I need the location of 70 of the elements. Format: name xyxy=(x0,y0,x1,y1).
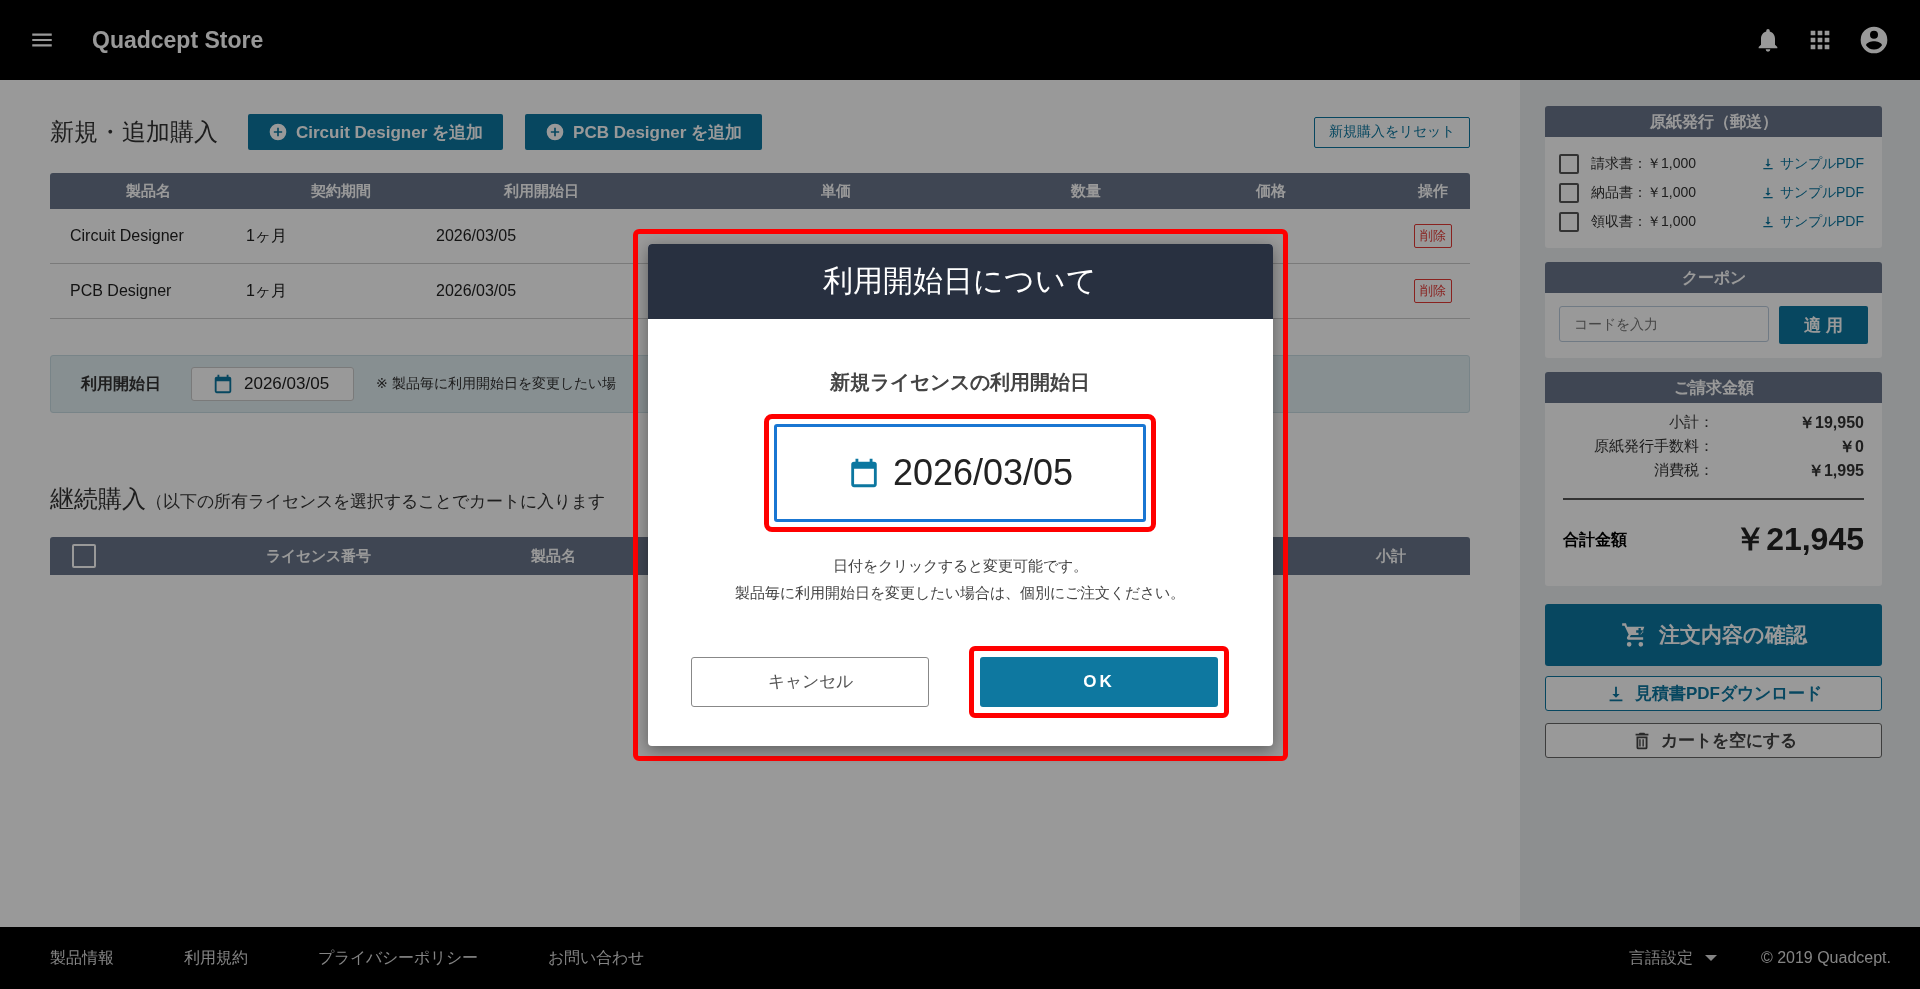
footer-link[interactable]: お問い合わせ xyxy=(548,947,644,969)
coupon-field[interactable]: コードを入力 xyxy=(1559,306,1769,342)
panel-title: クーポン xyxy=(1545,262,1882,293)
option-label: 領収書：￥1,000 xyxy=(1591,212,1697,231)
amount-label: 原紙発行手数料： xyxy=(1592,437,1714,456)
amount-value: ￥1,995 xyxy=(1806,461,1864,481)
footer-link[interactable]: 製品情報 xyxy=(50,947,114,969)
column-header: 数量 xyxy=(1070,181,1102,201)
checkbox[interactable] xyxy=(1559,182,1579,203)
section-note: （以下の所有ライセンスを選択することでカートに入ります xyxy=(146,491,605,513)
table-cell-text: 1ヶ月 xyxy=(246,280,288,301)
apply-button[interactable]: 適 用 xyxy=(1779,306,1868,344)
footer-link[interactable]: 利用規約 xyxy=(184,947,248,969)
column-header: 価格 xyxy=(1254,181,1287,201)
account-icon xyxy=(1858,24,1890,56)
cancel-button[interactable]: キャンセル xyxy=(691,656,929,707)
sample-pdf-link[interactable]: サンプルPDF xyxy=(1760,154,1864,173)
dialog-subtitle: 新規ライセンスの利用開始日 xyxy=(830,369,1090,395)
amount-label: 小計： xyxy=(1667,413,1714,432)
field-label: 利用開始日 xyxy=(81,373,161,394)
add-product-button[interactable]: PCB Designer を追加 xyxy=(525,114,763,150)
column-header: 小計 xyxy=(1376,546,1406,566)
column-header: ライセンス番号 xyxy=(266,546,371,566)
table-cell-text: PCB Designer xyxy=(69,282,173,300)
table-cell-text: Circuit Designer xyxy=(69,227,185,245)
delete-button[interactable]: 削除 xyxy=(1414,279,1452,303)
table-cell-text: 2026/03/05 xyxy=(436,282,518,300)
column-header: 製品名 xyxy=(124,181,172,201)
app-title: Quadcept Store xyxy=(92,26,264,54)
amount-value: ￥0 xyxy=(1838,437,1864,457)
add-product-button[interactable]: Circuit Designer を追加 xyxy=(248,114,504,150)
table-cell-text: 1ヶ月 xyxy=(246,225,288,246)
account-button[interactable] xyxy=(1858,24,1890,56)
date-field[interactable]: 2026/03/05 xyxy=(191,367,355,401)
checkbox[interactable] xyxy=(1559,211,1579,232)
empty-cart-button[interactable]: カートを空にする xyxy=(1545,723,1882,758)
confirm-order-button[interactable]: 注文内容の確認 xyxy=(1545,604,1882,666)
checkbox[interactable] xyxy=(1559,153,1579,174)
reset-button[interactable]: 新規購入をリセット xyxy=(1314,116,1470,148)
sample-pdf-link[interactable]: サンプルPDF xyxy=(1760,183,1864,202)
help-text: 日付をクリックすると変更可能です。 xyxy=(831,555,1089,576)
delete-button[interactable]: 削除 xyxy=(1414,224,1452,248)
calendar-icon xyxy=(212,373,234,395)
panel-title: ご請求金額 xyxy=(1545,372,1882,403)
note-text: ※ 製品毎に利用開始日を変更したい場 xyxy=(376,375,616,393)
total-label: 合計金額 xyxy=(1563,529,1627,550)
caret-icon xyxy=(1704,955,1717,961)
table-cell-text: 2026/03/05 xyxy=(436,227,518,245)
ok-button[interactable]: OK xyxy=(980,656,1218,707)
dialog-title: 利用開始日について xyxy=(647,243,1273,319)
column-header: 単価 xyxy=(820,181,852,201)
column-header: 利用開始日 xyxy=(502,181,580,201)
column-header: 製品名 xyxy=(531,546,576,566)
option-label: 請求書：￥1,000 xyxy=(1591,154,1697,173)
amount-value: ￥19,950 xyxy=(1798,413,1864,433)
footer-link[interactable]: プライバシーポリシー xyxy=(318,947,478,969)
section-title: 継続購入 xyxy=(50,484,146,514)
copyright-text: © 2019 Quadcept. xyxy=(1760,949,1891,967)
column-header: 契約期間 xyxy=(310,181,372,201)
section-title: 新規・追加購入 xyxy=(50,117,218,147)
panel-title: 原紙発行（郵送） xyxy=(1545,106,1882,137)
option-label: 納品書：￥1,000 xyxy=(1591,183,1697,202)
help-text: 製品毎に利用開始日を変更したい場合は、個別にご注文ください。 xyxy=(735,582,1185,603)
amount-label: 消費税： xyxy=(1652,461,1714,480)
total-amount: ￥21,945 xyxy=(1734,520,1864,559)
date-field[interactable]: 2026/03/05 xyxy=(774,423,1146,522)
estimate-download-button[interactable]: 見積書PDFダウンロード xyxy=(1545,676,1882,711)
column-header: 操作 xyxy=(1417,181,1449,201)
language-menu[interactable]: 言語設定 xyxy=(1628,947,1717,969)
sample-pdf-link[interactable]: サンプルPDF xyxy=(1760,212,1864,231)
